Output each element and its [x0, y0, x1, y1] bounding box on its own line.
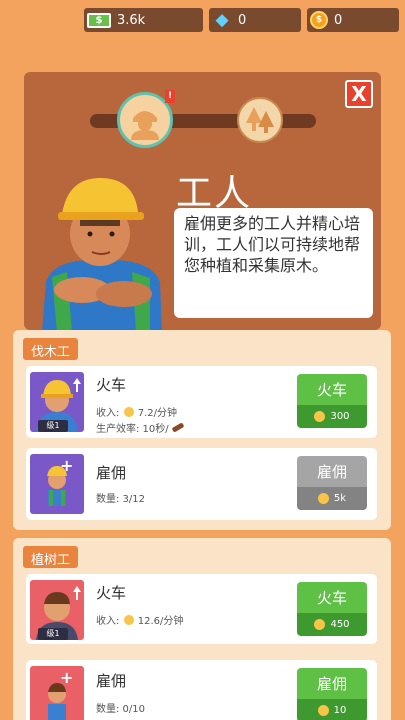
planter-train-card: 级1 火车 收入: 12.6/分钟 火车 450: [26, 574, 377, 644]
cash-value: 3.6k: [117, 12, 146, 28]
hire-button-label: 雇佣: [297, 456, 367, 487]
coin-icon: [317, 493, 329, 504]
coin-value: 0: [334, 12, 343, 28]
trees-icon: [246, 107, 274, 133]
coin-counter: $ 0: [307, 8, 399, 32]
lumberjack-hire-card: + 雇佣 数量: 3/12 雇佣 5k: [26, 448, 377, 520]
gem-icon: ◆: [215, 10, 229, 30]
income-line: 收入: 12.6/分钟: [96, 612, 183, 627]
lumberjack-avatar: 级1: [30, 372, 84, 432]
gem-counter: ◆ 0: [209, 8, 301, 32]
close-button[interactable]: X: [345, 80, 373, 108]
train-button[interactable]: 火车 300: [297, 374, 367, 428]
card-title: 雇佣: [96, 464, 127, 482]
trees-tab-node[interactable]: [237, 97, 283, 143]
cost-value: 10: [333, 705, 347, 716]
efficiency-text: 生产效率: 10秒/: [96, 424, 169, 435]
lumberjack-section: 伐木工 级1 火车 收入: 7.2/分钟 生产效率: 10秒/ 火车 300 +…: [13, 330, 391, 530]
income-line: 收入: 7.2/分钟: [96, 404, 177, 419]
quantity-line: 数量: 0/10: [96, 704, 146, 715]
log-icon: [171, 422, 185, 433]
coin-icon: [123, 407, 134, 417]
card-title: 雇佣: [96, 672, 127, 690]
lumberjack-train-card: 级1 火车 收入: 7.2/分钟 生产效率: 10秒/ 火车 300: [26, 366, 377, 438]
train-button-label: 火车: [297, 582, 367, 613]
efficiency-line: 生产效率: 10秒/: [96, 420, 185, 435]
plus-icon: +: [60, 668, 74, 687]
section-label: 伐木工: [23, 338, 79, 360]
coin-icon: $: [310, 11, 328, 29]
level-badge: 级1: [38, 420, 68, 432]
train-button-cost: 300: [297, 405, 367, 428]
cash-icon: $: [87, 12, 111, 28]
income-label: 收入:: [96, 408, 120, 419]
worker-silhouette-icon: [48, 683, 66, 720]
coin-icon: [317, 705, 329, 716]
worker-silhouette-icon: [47, 466, 67, 506]
description-box: 雇佣更多的工人并精心培训，工人们以可持续地帮您种植和采集原木。: [174, 208, 373, 318]
currency-bar: $ 3.6k ◆ 0 $ 0: [84, 8, 399, 32]
hire-button[interactable]: 雇佣 5k: [297, 456, 367, 510]
cash-counter: $ 3.6k: [84, 8, 203, 32]
income-label: 收入:: [96, 616, 120, 627]
coin-icon: [123, 615, 134, 625]
hire-button[interactable]: 雇佣 10: [297, 668, 367, 720]
planter-hire-card: + 雇佣 数量: 0/10 雇佣 10: [26, 660, 377, 720]
cost-value: 5k: [333, 493, 347, 504]
cost-value: 450: [330, 619, 350, 630]
cost-value: 300: [330, 411, 350, 422]
alert-badge: !: [165, 90, 175, 103]
hire-avatar: +: [30, 454, 84, 514]
level-badge: 级1: [38, 628, 68, 640]
train-button-cost: 450: [297, 613, 367, 636]
plus-icon: +: [60, 456, 74, 475]
planter-avatar: 级1: [30, 580, 84, 640]
income-value: 12.6/分钟: [137, 616, 184, 627]
planter-section: 植树工 级1 火车 收入: 12.6/分钟 火车 450 + 雇佣 数量: 0/…: [13, 538, 391, 720]
worker-portrait-icon: [131, 111, 159, 140]
coin-icon: [314, 411, 326, 422]
worker-character-image: [42, 178, 162, 332]
worker-header-panel: X ! 工人 雇佣更多的工人并精心培训，工人们以可持续地帮您种植和采集原木。: [24, 72, 381, 332]
gem-value: 0: [238, 12, 247, 28]
card-title: 火车: [96, 376, 127, 394]
income-value: 7.2/分钟: [137, 408, 178, 419]
coin-icon: [314, 619, 326, 630]
train-button-label: 火车: [297, 374, 367, 405]
hire-button-label: 雇佣: [297, 668, 367, 699]
quantity-line: 数量: 3/12: [96, 494, 146, 505]
train-button[interactable]: 火车 450: [297, 582, 367, 636]
hire-button-cost: 10: [297, 699, 367, 720]
section-label: 植树工: [23, 546, 79, 568]
card-title: 火车: [96, 584, 127, 602]
hire-avatar: +: [30, 666, 84, 720]
hire-button-cost: 5k: [297, 487, 367, 510]
